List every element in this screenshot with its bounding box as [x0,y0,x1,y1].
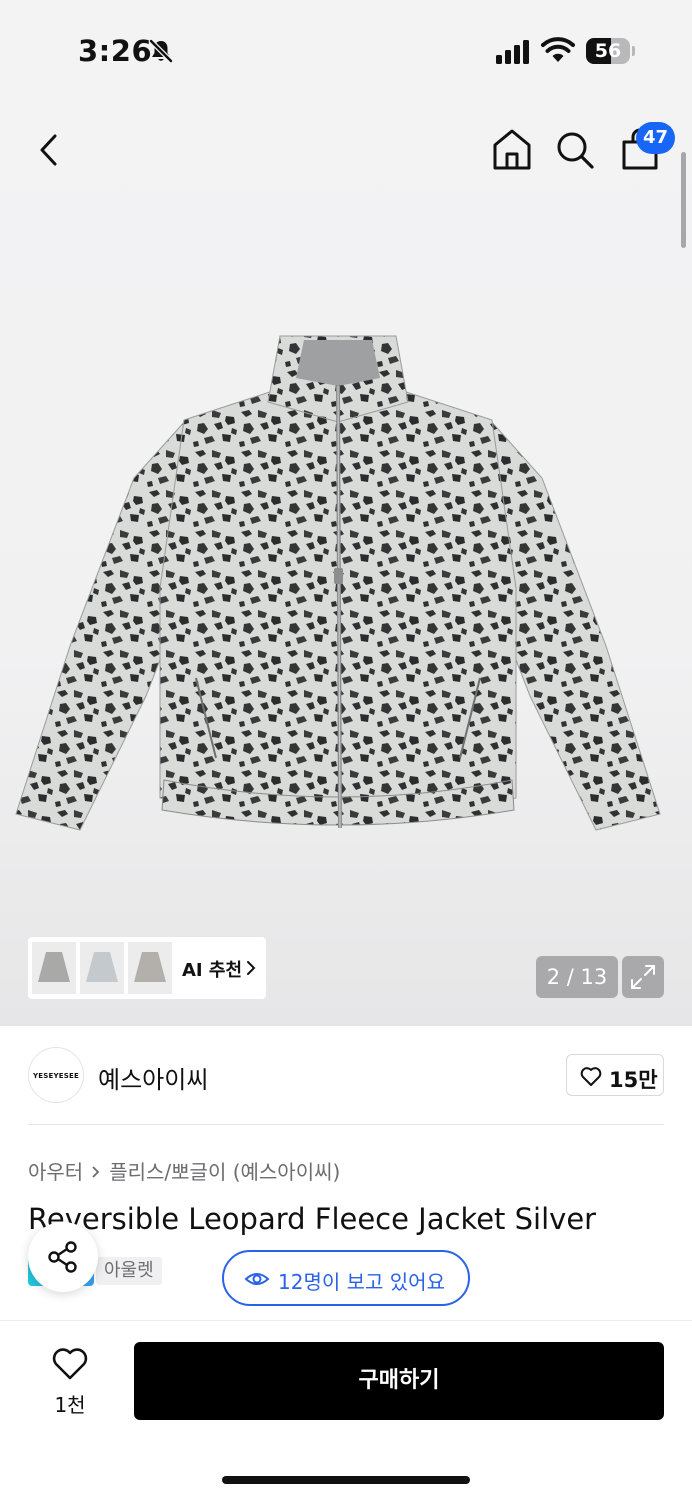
battery-level: 56 [594,40,622,62]
share-button[interactable] [28,1222,98,1292]
expand-icon [631,965,655,989]
divider [28,1124,664,1125]
battery-cap [632,46,635,56]
brand-logo[interactable]: YESEYESEE [28,1047,84,1103]
wifi-icon [541,37,575,62]
outlet-tag: 아울렛 [96,1257,162,1285]
chevron-right-icon [247,961,256,975]
brand-like-count: 15만 [609,1068,658,1092]
back-icon[interactable] [28,128,72,172]
ai-thumbnail[interactable] [80,942,124,994]
wishlist-button[interactable]: 1천 [32,1345,108,1419]
image-page-counter: 2 / 13 [536,956,618,998]
scrollbar[interactable] [681,152,686,248]
product-gallery[interactable]: 47 AI 추천 2 / 13 [0,100,692,1026]
breadcrumb-subcategory[interactable]: 플리스/뽀글이 (예스아이씨) [109,1160,340,1184]
product-title: Reversible Leopard Fleece Jacket Silver [28,1202,597,1236]
brand-like-button[interactable]: 15만 [566,1054,664,1096]
bottom-purchase-bar: 1천 구매하기 [0,1320,692,1500]
viewers-text: 12명이 보고 있어요 [278,1270,445,1294]
breadcrumb: 아우터 플리스/뽀글이 (예스아이씨) [28,1156,340,1185]
ai-recommend-label: AI 추천 [182,960,243,981]
wishlist-count: 1천 [54,1393,86,1417]
viewers-indicator: 12명이 보고 있어요 [222,1250,470,1306]
bell-slash-icon [149,39,173,63]
search-icon[interactable] [554,128,596,172]
heart-icon [580,1067,602,1086]
ai-thumbnail[interactable] [32,942,76,994]
signal-icon [496,40,529,64]
cart-count-badge: 47 [636,122,676,154]
buy-button[interactable]: 구매하기 [134,1342,664,1420]
status-bar: 3:26 56 [0,0,692,100]
expand-button[interactable] [622,956,664,998]
status-time: 3:26 [78,34,153,68]
ai-thumbnail[interactable] [128,942,172,994]
breadcrumb-category[interactable]: 아우터 [28,1160,83,1184]
home-icon[interactable] [490,126,534,174]
chevron-right-icon [92,1166,100,1178]
brand-name[interactable]: 예스아이씨 [98,1060,208,1095]
battery-indicator: 56 [586,38,630,64]
share-icon [48,1241,77,1273]
home-indicator[interactable] [222,1476,470,1484]
eye-icon [244,1273,270,1285]
ai-recommend-card[interactable]: AI 추천 [28,937,266,999]
product-image[interactable] [8,328,668,866]
heart-icon [52,1348,88,1380]
